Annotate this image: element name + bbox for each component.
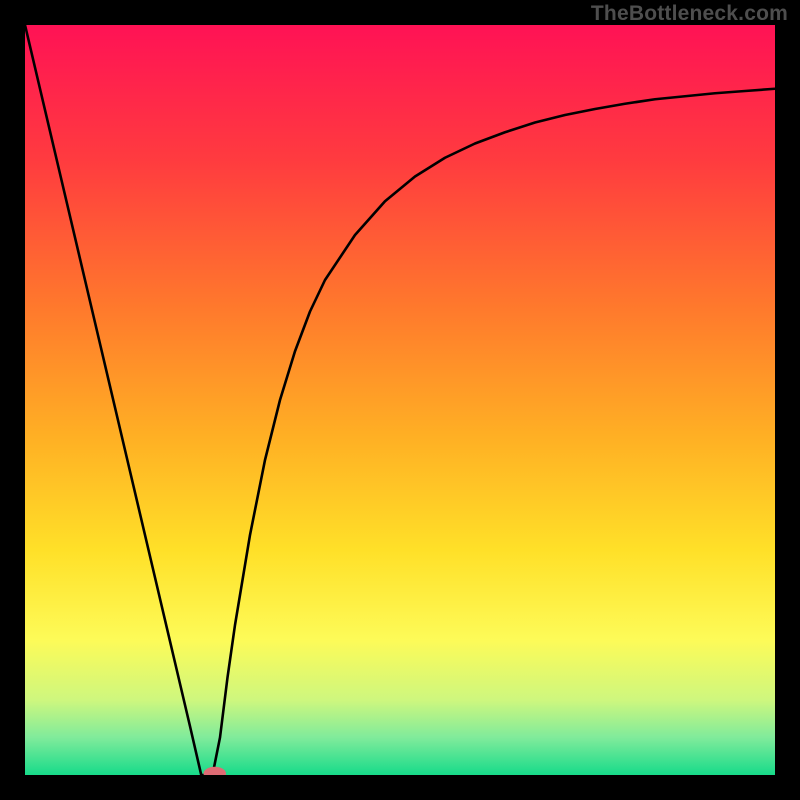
chart-frame: TheBottleneck.com: [0, 0, 800, 800]
plot-area: [25, 25, 775, 775]
bottleneck-chart: [25, 25, 775, 775]
watermark-text: TheBottleneck.com: [591, 2, 788, 26]
gradient-background: [25, 25, 775, 775]
